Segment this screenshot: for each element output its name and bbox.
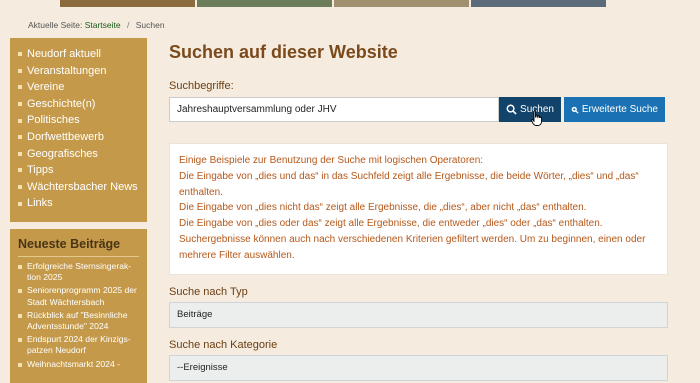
- banner-image: [471, 0, 606, 7]
- breadcrumb-prefix: Aktuelle Seite:: [28, 20, 83, 30]
- search-help-box: Einige Beispiele zur Benutzung der Suche…: [169, 143, 668, 275]
- bullet-icon: [18, 135, 22, 140]
- bullet-icon: [18, 85, 22, 90]
- bullet-icon: [18, 313, 22, 318]
- search-icon: [506, 104, 517, 115]
- breadcrumb-current: Suchen: [135, 20, 165, 30]
- breadcrumb: Aktuelle Seite: Startseite / Suchen: [28, 20, 165, 30]
- breadcrumb-separator: /: [127, 20, 130, 30]
- sidebar: Neudorf aktuell Veranstaltungen Vereine …: [10, 38, 147, 383]
- latest-posts-title: Neueste Beiträge: [18, 237, 139, 257]
- latest-posts: Neueste Beiträge Erfolgreiche Sternsinge…: [10, 229, 147, 383]
- advanced-search-label: Erweiterte Suche: [581, 104, 658, 115]
- category-filter-select[interactable]: --Ereignisse: [169, 354, 668, 381]
- nav-item-neudorf-aktuell[interactable]: Neudorf aktuell: [18, 46, 139, 63]
- type-filter-select[interactable]: Beiträge: [169, 301, 668, 328]
- news-item[interactable]: Erfolgreiche Sternsingerak-tion 2025: [18, 261, 139, 283]
- search-input[interactable]: Jahreshauptversammlung oder JHV: [169, 97, 499, 122]
- nav-item-geschichten[interactable]: Geschichte(n): [18, 96, 139, 113]
- bullet-icon: [18, 151, 22, 156]
- nav-item-tipps[interactable]: Tipps: [18, 162, 139, 179]
- help-text-line: Die Eingabe von „dies oder das“ zeigt al…: [179, 218, 603, 230]
- nav-item-veranstaltungen[interactable]: Veranstaltungen: [18, 63, 139, 80]
- header-banner: [60, 0, 606, 7]
- nav-item-links[interactable]: Links: [18, 195, 139, 212]
- breadcrumb-home-link[interactable]: Startseite: [85, 20, 121, 30]
- search-label: Suchbegriffe:: [169, 80, 234, 92]
- bullet-icon: [18, 185, 22, 190]
- nav-item-politisches[interactable]: Politisches: [18, 112, 139, 129]
- help-text-line: Die Eingabe von „dies nicht das“ zeigt a…: [179, 202, 587, 214]
- banner-image: [334, 0, 469, 7]
- type-filter-label: Suche nach Typ: [169, 285, 248, 298]
- banner-image: [60, 0, 195, 7]
- nav-item-waechtersbacher-news[interactable]: Wächtersbacher News: [18, 179, 139, 196]
- bullet-icon: [18, 362, 22, 367]
- main-navigation: Neudorf aktuell Veranstaltungen Vereine …: [10, 38, 147, 222]
- news-item[interactable]: Weihnachtsmarkt 2024 -: [18, 359, 139, 370]
- bullet-icon: [18, 201, 22, 206]
- search-row: Jahreshauptversammlung oder JHV Suchen E…: [169, 97, 669, 122]
- news-item[interactable]: Endspurt 2024 der Kinzigs-patzen Neudorf: [18, 334, 139, 356]
- search-plus-icon: [571, 106, 579, 114]
- category-filter-label: Suche nach Kategorie: [169, 338, 278, 351]
- help-text-line: Die Eingabe von „dies und das“ in das Su…: [179, 170, 639, 198]
- nav-item-geografisches[interactable]: Geografisches: [18, 146, 139, 163]
- bullet-icon: [18, 265, 22, 269]
- nav-item-dorfwettbewerb[interactable]: Dorfwettbewerb: [18, 129, 139, 146]
- bullet-icon: [18, 102, 22, 107]
- help-text-line: Einige Beispiele zur Benutzung der Suche…: [179, 155, 484, 166]
- advanced-search-button[interactable]: Erweiterte Suche: [564, 97, 665, 122]
- search-button[interactable]: Suchen: [499, 97, 561, 122]
- bullet-icon: [18, 289, 22, 294]
- bullet-icon: [18, 68, 22, 73]
- bullet-icon: [18, 52, 22, 57]
- main-content: Suchen auf dieser Website Suchbegriffe: …: [169, 38, 669, 381]
- page-title: Suchen auf dieser Website: [169, 42, 398, 62]
- mouse-pointer-icon: [531, 110, 542, 126]
- nav-item-vereine[interactable]: Vereine: [18, 79, 139, 96]
- bullet-icon: [18, 168, 22, 173]
- bullet-icon: [18, 118, 22, 123]
- help-text-line: Suchergebnisse können auch nach verschie…: [179, 233, 646, 261]
- news-item[interactable]: Rückblick auf "Besinnliche Adventsstunde…: [18, 310, 139, 332]
- banner-image: [197, 0, 332, 7]
- news-item[interactable]: Seniorenprogramm 2025 der Stadt Wächters…: [18, 285, 139, 307]
- bullet-icon: [18, 338, 22, 343]
